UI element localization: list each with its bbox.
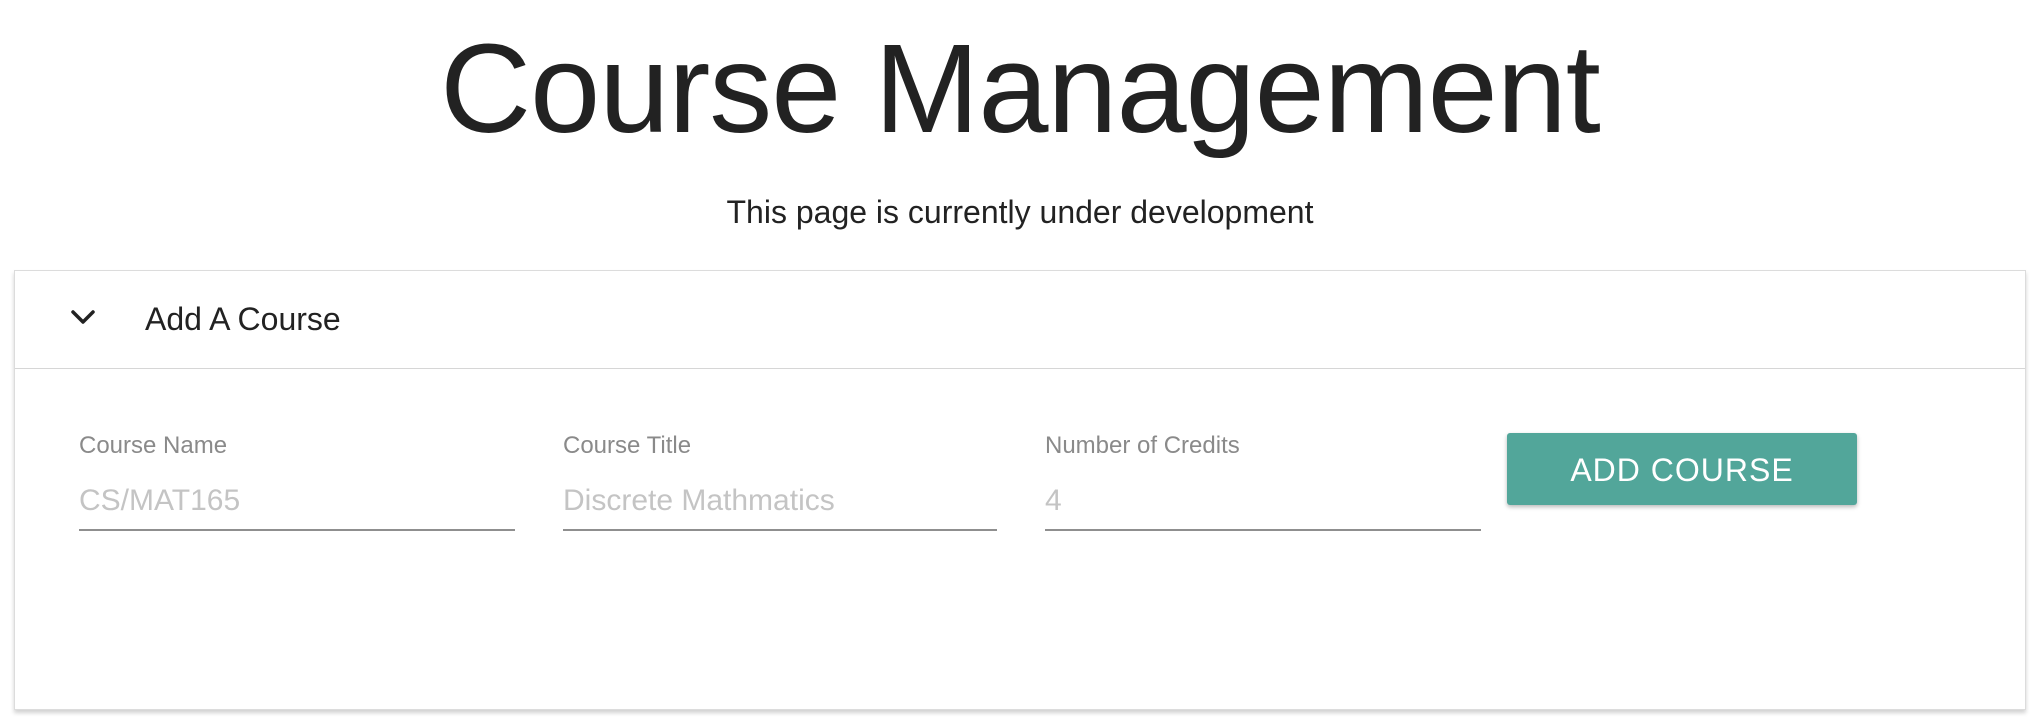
- add-course-panel-header[interactable]: Add A Course: [15, 271, 2025, 369]
- page-subtitle: This page is currently under development: [726, 194, 1314, 230]
- course-title-input[interactable]: [563, 473, 997, 531]
- number-of-credits-field: Number of Credits: [1045, 431, 1481, 551]
- course-name-input[interactable]: [79, 473, 515, 531]
- course-title-field: Course Title: [563, 431, 997, 551]
- course-title-label: Course Title: [563, 432, 692, 459]
- course-management-page: Course Management This page is currently…: [0, 0, 2040, 720]
- panel-header-label: Add A Course: [145, 301, 341, 337]
- number-of-credits-label: Number of Credits: [1045, 432, 1240, 459]
- page-title: Course Management: [440, 18, 1601, 159]
- course-name-label: Course Name: [79, 432, 228, 459]
- add-course-button[interactable]: ADD COURSE: [1507, 433, 1857, 505]
- number-of-credits-input[interactable]: [1045, 473, 1481, 531]
- chevron-down-icon[interactable]: [67, 301, 99, 333]
- add-course-panel: Add A Course Course Name Course Title Nu…: [14, 270, 2026, 710]
- course-name-field: Course Name: [79, 431, 515, 551]
